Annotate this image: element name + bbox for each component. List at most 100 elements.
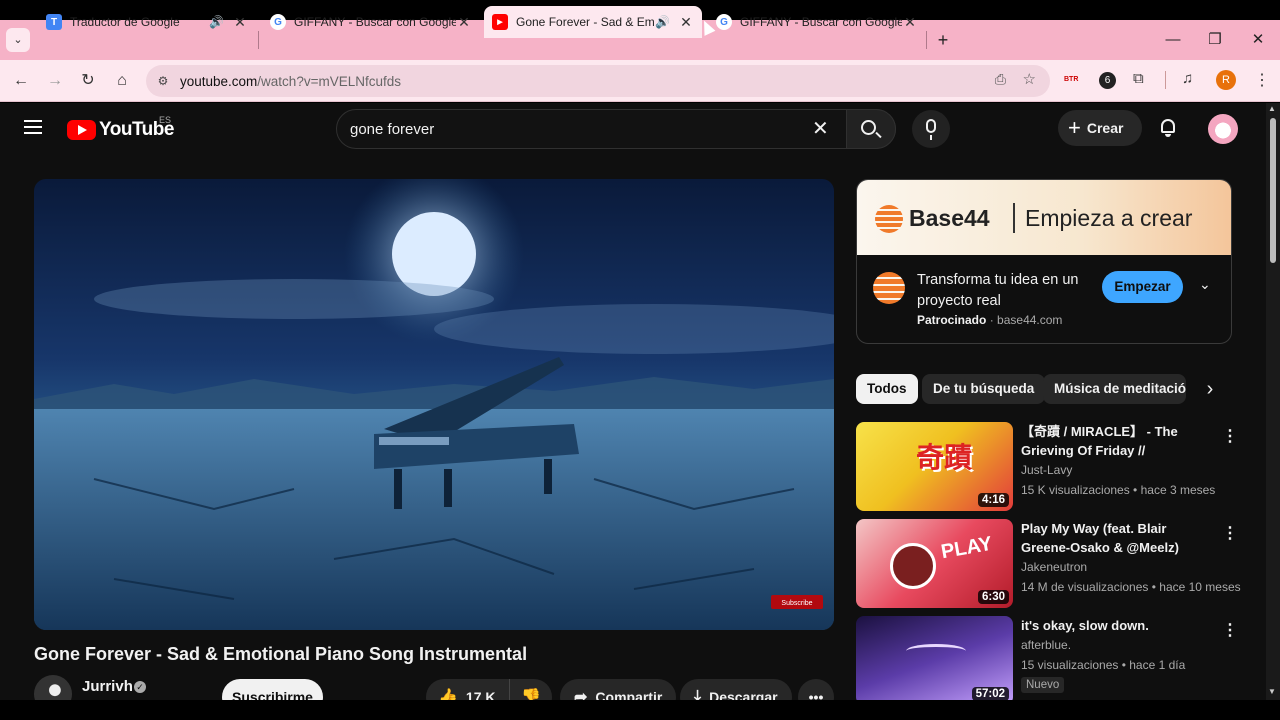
minimize-button[interactable]: — [1158, 26, 1188, 54]
dislike-button[interactable]: 👎 [510, 679, 552, 700]
thumbs-down-icon: 👎 [521, 689, 541, 700]
related-video[interactable]: 57:02 it's okay, slow down. afterblue. 1… [856, 616, 1266, 700]
thumbnail-art-text: PLAY [939, 532, 994, 564]
channel-name[interactable]: Jurrivh [82, 678, 133, 695]
like-dislike-group: 👍 17 K 👎 [426, 679, 552, 700]
subscribe-watermark: Subscribe [781, 600, 812, 607]
download-button[interactable]: ⤓ Descargar [680, 679, 792, 700]
search-input[interactable] [350, 116, 800, 142]
install-app-icon[interactable]: ⎙ [995, 71, 1006, 88]
chip-de-tu-busqueda[interactable]: De tu búsqueda [922, 374, 1046, 404]
hamburger-menu-icon[interactable] [24, 120, 42, 134]
video-duration: 4:16 [977, 493, 1009, 507]
related-video[interactable]: 奇蹟 4:16 【奇蹟 / MIRACLE】 - The Grieving Of… [856, 422, 1266, 512]
google-icon: G [270, 14, 286, 30]
media-control-icon[interactable]: ♫ [1182, 70, 1193, 87]
video-duration: 57:02 [971, 687, 1009, 700]
profile-avatar[interactable]: R [1216, 70, 1236, 90]
minimize-icon: — [1165, 31, 1181, 48]
account-avatar[interactable] [1208, 114, 1238, 144]
youtube-logo[interactable]: YouTube ES [67, 115, 174, 141]
tab-giffany-2[interactable]: G GIFFANY - Buscar con Google ✕ [708, 6, 926, 38]
chevron-down-icon: ⌄ [13, 34, 23, 46]
arrow-left-icon: ← [13, 72, 29, 89]
close-window-button[interactable]: ✕ [1243, 26, 1273, 54]
video-duration: 6:30 [977, 590, 1009, 604]
forward-button[interactable]: → [43, 69, 67, 93]
home-icon: ⌂ [117, 72, 127, 89]
ad-banner[interactable]: Base44 Empieza a crear [857, 180, 1231, 255]
home-button[interactable]: ⌂ [110, 69, 134, 93]
video-meta: 15 K visualizaciones • hace 3 meses [1021, 483, 1216, 497]
reload-button[interactable]: ↻ [76, 69, 100, 93]
download-icon: ⤓ [694, 688, 702, 700]
tab-translator[interactable]: T Traductor de Google 🔊 ✕ [38, 6, 256, 38]
google-translate-icon: T [46, 14, 62, 30]
channel-name: afterblue. [1021, 638, 1072, 652]
speaker-icon[interactable]: 🔊 [655, 15, 670, 29]
more-actions-button[interactable]: ••• [798, 679, 834, 700]
extensions-puzzle-icon[interactable]: ⧉ [1133, 70, 1144, 87]
ad-cta-button[interactable]: Empezar [1102, 271, 1183, 303]
create-label: Crear [1086, 120, 1124, 136]
speaker-icon[interactable]: 🔊 [209, 15, 224, 29]
sponsored-ad-card[interactable]: Base44 Empieza a crear Transforma tu ide… [856, 179, 1232, 344]
site-info-icon[interactable]: ⚙ [154, 72, 172, 90]
close-tab-icon[interactable]: ✕ [232, 14, 248, 31]
tab-title: Traductor de Google [70, 15, 180, 29]
close-tab-icon[interactable]: ✕ [678, 14, 694, 31]
video-thumbnail[interactable]: 奇蹟 4:16 [856, 422, 1013, 511]
restore-button[interactable]: ❐ [1200, 26, 1230, 54]
video-menu-icon[interactable]: ⋮ [1222, 426, 1238, 446]
tab-search-button[interactable]: ⌄ [6, 28, 30, 52]
video-menu-icon[interactable]: ⋮ [1222, 620, 1238, 640]
youtube-play-icon [67, 120, 96, 140]
scrollbar-thumb[interactable] [1270, 118, 1276, 263]
url-path: /watch?v=mVELNfcufds [257, 73, 401, 89]
like-button[interactable]: 👍 17 K [426, 679, 510, 700]
share-button[interactable]: ➦ Compartir [560, 679, 677, 700]
back-button[interactable]: ← [9, 69, 33, 93]
bookmark-star-icon[interactable]: ☆ [1023, 70, 1036, 88]
subscribe-button[interactable]: Suscribirme [222, 679, 323, 700]
close-tab-icon[interactable]: ✕ [902, 14, 918, 31]
video-meta: 14 M de visualizaciones • hace 10 meses [1021, 580, 1241, 594]
video-player[interactable]: Subscribe [34, 179, 834, 630]
extension-icon[interactable]: BTR [1064, 73, 1084, 87]
address-bar[interactable]: ⚙ youtube.com/watch?v=mVELNfcufds ⎙ ☆ [146, 65, 1050, 97]
related-video[interactable]: PLAY 6:30 Play My Way (feat. Blair Green… [856, 519, 1266, 609]
ad-headline: Transforma tu idea en un proyecto real [917, 272, 1079, 309]
youtube-icon: ▶ [492, 14, 508, 30]
ublock-icon[interactable]: 6 [1099, 72, 1116, 89]
scroll-down-arrow-icon[interactable]: ▼ [1268, 687, 1276, 696]
ad-expand-chevron-icon[interactable]: ⌄ [1199, 276, 1211, 293]
search-button[interactable] [846, 109, 896, 149]
clear-search-icon[interactable]: ✕ [812, 116, 829, 141]
chips-next-button[interactable]: › [1192, 374, 1228, 404]
tab-giffany-1[interactable]: G GIFFANY - Buscar con Google ✕ [262, 6, 480, 38]
plus-icon: + [1068, 115, 1081, 140]
screen-bottom-bar [0, 700, 1280, 720]
channel-avatar[interactable] [34, 675, 72, 700]
tab-gone-forever[interactable]: ▶ Gone Forever - Sad & Emot 🔊 ✕ [484, 6, 702, 38]
tab-divider [926, 31, 927, 49]
new-badge: Nuevo [1021, 677, 1065, 693]
channel-name: Just-Lavy [1021, 463, 1073, 477]
browser-menu-icon[interactable]: ⋮ [1254, 70, 1270, 90]
microphone-icon [926, 119, 936, 133]
more-horizontal-icon: ••• [808, 689, 824, 700]
create-button[interactable]: + Crear [1058, 110, 1142, 146]
voice-search-button[interactable] [912, 110, 950, 148]
chip-musica-meditacion[interactable]: Música de meditación [1043, 374, 1186, 404]
verified-check-icon: ✓ [134, 681, 146, 693]
scroll-up-arrow-icon[interactable]: ▲ [1268, 104, 1276, 113]
new-tab-button[interactable]: + [928, 26, 958, 54]
video-frame-illustration: Subscribe [34, 179, 834, 630]
video-thumbnail[interactable]: PLAY 6:30 [856, 519, 1013, 608]
video-meta: 15 visualizaciones • hace 1 día [1021, 658, 1186, 672]
video-thumbnail[interactable]: 57:02 [856, 616, 1013, 700]
video-menu-icon[interactable]: ⋮ [1222, 523, 1238, 543]
close-tab-icon[interactable]: ✕ [456, 14, 472, 31]
notifications-bell-icon[interactable] [1158, 117, 1178, 137]
chip-todos[interactable]: Todos [856, 374, 918, 404]
